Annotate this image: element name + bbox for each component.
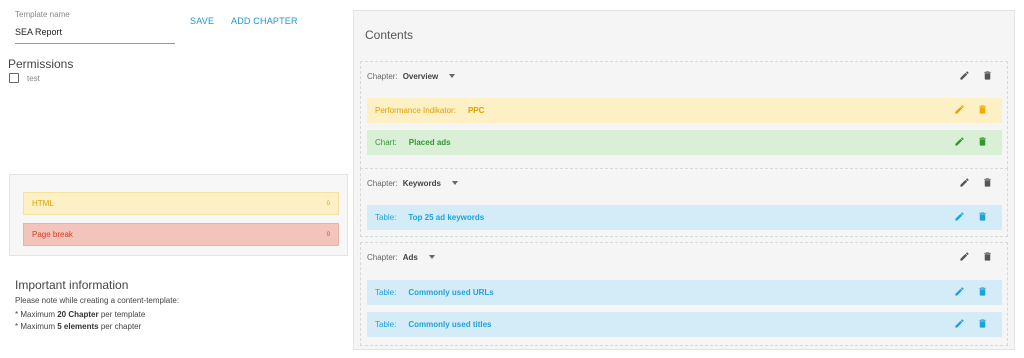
add-chapter-button[interactable]: ADD CHAPTER — [231, 16, 298, 26]
element-label: Page break — [32, 230, 73, 239]
content-item[interactable]: Chart: Placed ads — [367, 130, 1002, 155]
chapter-name: Ads — [402, 252, 418, 262]
permission-item-test[interactable]: test — [9, 73, 40, 83]
delete-icon[interactable] — [982, 251, 993, 262]
chapter-ads: Chapter: Ads Table: Commonly used URLs T… — [360, 242, 1008, 346]
content-item[interactable]: Table: Commonly used URLs — [367, 280, 1002, 305]
info-max-chapters: * Maximum 20 Chapter per template — [15, 310, 146, 319]
edit-icon[interactable] — [954, 136, 965, 147]
element-label: HTML — [32, 199, 54, 208]
delete-icon[interactable] — [977, 104, 988, 115]
contents-title: Contents — [365, 28, 414, 42]
chapter-keywords: Chapter: Keywords Table: Top 25 ad keywo… — [360, 168, 1008, 237]
chevron-down-icon[interactable] — [449, 74, 456, 78]
chapter-overview: Chapter: Overview Performance Indikator:… — [360, 61, 1008, 169]
chapter-header[interactable]: Chapter: Ads — [367, 243, 435, 271]
checkbox-icon[interactable] — [9, 73, 19, 83]
chevron-down-icon[interactable] — [451, 181, 458, 185]
item-type: Table: — [375, 213, 397, 222]
chapter-name: Keywords — [402, 178, 441, 188]
element-page-break[interactable]: Page break 0 — [23, 223, 339, 246]
content-item[interactable]: Table: Commonly used titles — [367, 312, 1002, 337]
delete-icon[interactable] — [977, 136, 988, 147]
chapter-header[interactable]: Chapter: Keywords — [367, 169, 458, 197]
item-name: Top 25 ad keywords — [408, 213, 485, 222]
edit-icon[interactable] — [959, 70, 970, 81]
chevron-down-icon[interactable] — [428, 255, 435, 259]
delete-icon[interactable] — [977, 318, 988, 329]
item-name: PPC — [467, 106, 485, 115]
delete-icon[interactable] — [982, 70, 993, 81]
edit-icon[interactable] — [954, 104, 965, 115]
contents-panel: Contents Chapter: Overview Performance I… — [353, 10, 1015, 350]
item-name: Commonly used URLs — [408, 288, 494, 297]
edit-icon[interactable] — [954, 286, 965, 297]
edit-icon[interactable] — [959, 251, 970, 262]
chapter-prefix: Chapter: — [367, 252, 398, 262]
item-type: Table: — [375, 288, 397, 297]
element-count: 0 — [326, 231, 330, 238]
element-html[interactable]: HTML 0 — [23, 192, 339, 215]
delete-icon[interactable] — [977, 211, 988, 222]
template-name-label: Template name — [15, 10, 70, 19]
chapter-prefix: Chapter: — [367, 71, 398, 81]
delete-icon[interactable] — [977, 286, 988, 297]
edit-icon[interactable] — [954, 318, 965, 329]
edit-icon[interactable] — [954, 211, 965, 222]
element-count: 0 — [326, 200, 330, 207]
chapter-header[interactable]: Chapter: Overview — [367, 62, 456, 90]
permission-label: test — [27, 73, 40, 83]
info-title: Important information — [15, 278, 129, 292]
chapter-name: Overview — [402, 71, 439, 81]
edit-icon[interactable] — [959, 177, 970, 188]
element-palette: HTML 0 Page break 0 — [9, 174, 348, 256]
info-max-elements: * Maximum 5 elements per chapter — [15, 322, 142, 331]
info-note: Please note while creating a content-tem… — [15, 296, 180, 305]
content-item[interactable]: Performance Indikator: PPC — [367, 98, 1002, 123]
item-name: Commonly used titles — [408, 320, 492, 329]
template-name-underline — [15, 43, 175, 44]
save-button[interactable]: SAVE — [190, 16, 214, 26]
content-item[interactable]: Table: Top 25 ad keywords — [367, 205, 1002, 230]
delete-icon[interactable] — [982, 177, 993, 188]
item-type: Table: — [375, 320, 397, 329]
item-type: Chart: — [375, 138, 397, 147]
template-name-input[interactable]: SEA Report — [15, 27, 62, 37]
permissions-title: Permissions — [8, 57, 74, 71]
item-type: Performance Indikator: — [375, 106, 456, 115]
item-name: Placed ads — [408, 138, 451, 147]
chapter-prefix: Chapter: — [367, 178, 398, 188]
